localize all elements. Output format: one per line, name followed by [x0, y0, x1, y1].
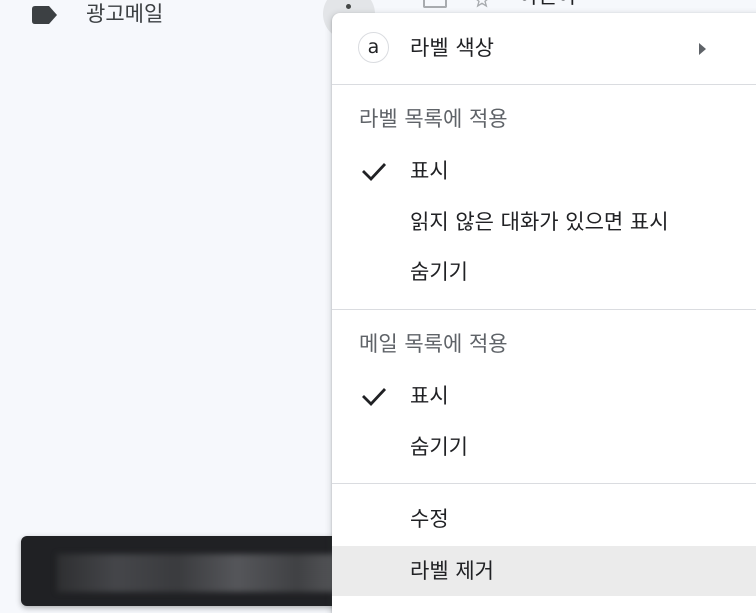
- menu-item-label: 표시: [410, 159, 449, 183]
- checkmark-icon: [362, 163, 387, 182]
- menu-item-label: 수정: [410, 507, 449, 531]
- menu-item-label-list-hide[interactable]: 숨기기: [332, 247, 756, 297]
- menu-item-message-list-show[interactable]: 표시: [332, 371, 756, 421]
- menu-item-label-color[interactable]: a 라벨 색상: [332, 23, 756, 73]
- sidebar-item-label[interactable]: 광고메일: [0, 0, 320, 30]
- mail-sender[interactable]: 이런이: [518, 0, 576, 8]
- menu-divider: [332, 84, 756, 85]
- menu-item-label: 숨기기: [410, 435, 468, 459]
- menu-item-message-list-hide[interactable]: 숨기기: [332, 422, 756, 472]
- snackbar: [21, 536, 351, 606]
- section-header-message-list: 메일 목록에 적용: [359, 332, 508, 356]
- more-vert-icon: [346, 4, 351, 9]
- star-icon[interactable]: [470, 0, 494, 8]
- menu-item-edit[interactable]: 수정: [332, 494, 756, 544]
- label-color-swatch-icon: a: [358, 32, 389, 63]
- snackbar-blurred-content: [57, 554, 351, 592]
- menu-divider: [332, 309, 756, 310]
- menu-item-label: 라벨 색상: [410, 36, 494, 60]
- menu-divider: [332, 483, 756, 484]
- section-header-label-list: 라벨 목록에 적용: [359, 107, 508, 131]
- label-options-menu: a 라벨 색상 라벨 목록에 적용 표시 읽지 않은 대화가 있으면 표시 숨기…: [332, 13, 756, 613]
- checkbox-icon[interactable]: [423, 0, 447, 8]
- menu-item-label: 숨기기: [410, 260, 468, 284]
- menu-item-label: 라벨 제거: [410, 559, 494, 583]
- checkmark-icon: [362, 388, 387, 407]
- menu-item-label: 읽지 않은 대화가 있으면 표시: [410, 210, 669, 234]
- menu-item-label: 표시: [410, 384, 449, 408]
- menu-item-remove-label[interactable]: 라벨 제거: [332, 546, 756, 596]
- sidebar-label-name: 광고메일: [86, 2, 164, 26]
- label-tag-icon: [32, 6, 57, 24]
- menu-item-label-list-show-if-unread[interactable]: 읽지 않은 대화가 있으면 표시: [332, 197, 756, 247]
- submenu-arrow-icon: [699, 43, 706, 55]
- menu-item-label-list-show[interactable]: 표시: [332, 146, 756, 196]
